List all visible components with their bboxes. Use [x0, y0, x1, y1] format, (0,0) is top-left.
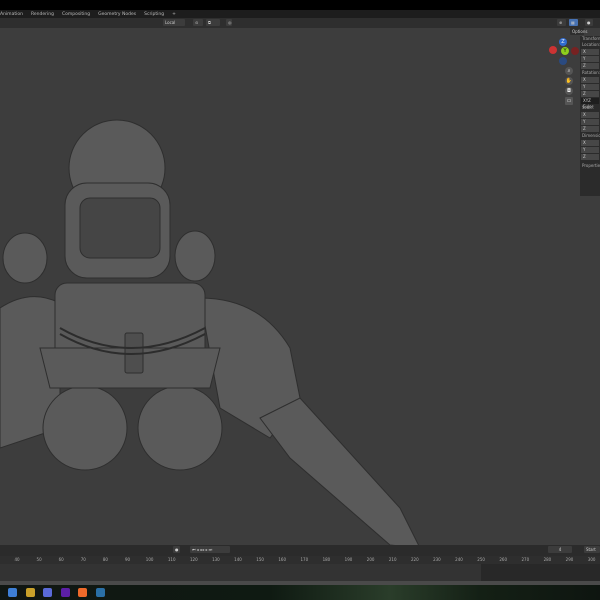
tab-compositing[interactable]: Compositing — [62, 12, 90, 17]
ruler-tick-label: 280 — [543, 557, 552, 562]
ruler-tick-label: 260 — [499, 557, 508, 562]
location-z[interactable]: Z — [581, 63, 599, 69]
record-button[interactable]: ● — [173, 546, 180, 553]
ruler-tick-label: 180 — [322, 557, 331, 562]
current-frame-field[interactable]: 4 — [548, 546, 572, 553]
ruler-tick-label: 40 — [14, 557, 20, 562]
gizmo-x-axis[interactable] — [571, 47, 579, 55]
start-frame-field[interactable]: Start — [584, 546, 600, 553]
sidebar-n-panel: Transform Location: X Y Z Rotation: X Y … — [580, 36, 600, 196]
ruler-tick-label: 90 — [124, 557, 131, 562]
transform-orientation-dropdown[interactable]: Local — [163, 19, 185, 26]
proportional-icon[interactable]: ◎ — [226, 19, 232, 26]
ruler-tick-label: 110 — [167, 557, 176, 562]
add-workspace-button[interactable]: + — [172, 12, 176, 17]
perspective-toggle-icon[interactable]: ▭ — [565, 97, 573, 105]
blender-launcher-icon[interactable] — [8, 588, 17, 597]
after-end-region — [481, 564, 600, 581]
ruler-tick-label: 160 — [278, 557, 287, 562]
ruler-tick-label: 170 — [300, 557, 309, 562]
properties-section[interactable]: Properties — [580, 163, 600, 169]
shading-icon[interactable]: ● — [585, 19, 593, 26]
title-bar — [0, 0, 600, 10]
scale-y[interactable]: Y — [581, 119, 599, 125]
ruler-tick-label: 210 — [388, 557, 397, 562]
location-x[interactable]: X — [581, 49, 599, 55]
zoom-icon[interactable]: ⌕ — [565, 67, 573, 75]
rotation-x[interactable]: X — [581, 77, 599, 83]
ruler-tick-label: 290 — [565, 557, 574, 562]
pivot-icon[interactable]: ⊙ — [193, 19, 203, 26]
ruler-tick-label: 200 — [366, 557, 375, 562]
ruler-tick-label: 220 — [410, 557, 419, 562]
dimensions-y[interactable]: Y — [581, 147, 599, 153]
rotation-label: Rotation: — [582, 70, 600, 75]
rotation-z[interactable]: Z — [581, 91, 599, 97]
ruler-tick-label: 130 — [212, 557, 220, 562]
ruler-tick-label: 60 — [58, 557, 64, 562]
gizmo-z-neg[interactable] — [559, 57, 567, 65]
os-taskbar — [0, 585, 600, 600]
ruler-tick-label: 240 — [455, 557, 463, 562]
scale-z[interactable]: Z — [581, 126, 599, 132]
ruler-tick-label: 270 — [521, 557, 530, 562]
armor-model — [0, 119, 420, 545]
tab-animation[interactable]: Animation — [0, 12, 23, 17]
ruler-tick-label: 300 — [587, 557, 596, 562]
ruler-tick-label: 150 — [256, 557, 264, 562]
snap-icon[interactable]: ⧉ — [206, 19, 220, 26]
tab-scripting[interactable]: Scripting — [144, 12, 164, 17]
ruler-tick-label: 190 — [344, 557, 353, 562]
scale-label: Scale: — [582, 105, 595, 110]
app-yellow-icon[interactable] — [25, 588, 35, 597]
pan-hand-icon[interactable]: ✋ — [565, 77, 573, 85]
rotation-y[interactable]: Y — [581, 84, 599, 90]
ruler-tick-label: 120 — [189, 557, 198, 562]
options-dropdown[interactable]: Options — [570, 28, 587, 35]
ruler-tick-label: 100 — [145, 557, 154, 562]
steam-icon[interactable] — [95, 588, 105, 597]
camera-icon[interactable]: ◘ — [565, 87, 573, 95]
overlay-icon[interactable]: ⊕ — [557, 19, 566, 26]
tab-rendering[interactable]: Rendering — [31, 12, 54, 17]
3d-viewport[interactable] — [0, 28, 600, 545]
ruler-tick-label: 230 — [433, 557, 441, 562]
dimensions-x[interactable]: X — [581, 140, 599, 146]
gizmo-x-neg[interactable] — [549, 46, 557, 54]
gizmo-z-axis[interactable]: Z — [559, 38, 567, 46]
gizmo-y-axis[interactable]: Y — [561, 47, 569, 55]
timeline-tracks[interactable] — [0, 564, 600, 581]
ruler-tick-label: 70 — [80, 557, 86, 562]
ruler-tick-label: 250 — [477, 557, 485, 562]
location-label: Location: — [582, 42, 600, 47]
xray-icon[interactable]: ▦ — [569, 19, 578, 26]
scale-x[interactable]: X — [581, 112, 599, 118]
tab-geometry-nodes[interactable]: Geometry Nodes — [98, 12, 136, 17]
timeline-ruler[interactable]: 40 50 60 70 80 90 100 110 120 130 140 150 160 170 180 1… — [0, 556, 600, 564]
dimensions-label: Dimensions: — [582, 133, 600, 138]
location-y[interactable]: Y — [581, 56, 599, 62]
ruler-tick-label: 80 — [102, 557, 108, 562]
app-purple-icon[interactable] — [60, 588, 70, 597]
rotation-mode-dropdown[interactable]: XYZ Euler — [581, 98, 599, 109]
browser-icon[interactable] — [43, 588, 52, 597]
dimensions-z[interactable]: Z — [581, 154, 599, 160]
workspace-tabs: Animation Rendering Compositing Geometry… — [0, 10, 600, 18]
ruler-tick-label: 140 — [234, 557, 242, 562]
timeline-header: ● ⏮◂◂▸▸⏭ 4 Start — [0, 545, 600, 556]
viewport-header: Local ⊙ ⧉ ◎ ⊕ ▦ ● — [0, 18, 600, 28]
origin-icon[interactable] — [78, 588, 87, 597]
playback-controls[interactable]: ⏮◂◂▸▸⏭ — [190, 546, 230, 553]
ruler-tick-label: 50 — [36, 557, 42, 562]
